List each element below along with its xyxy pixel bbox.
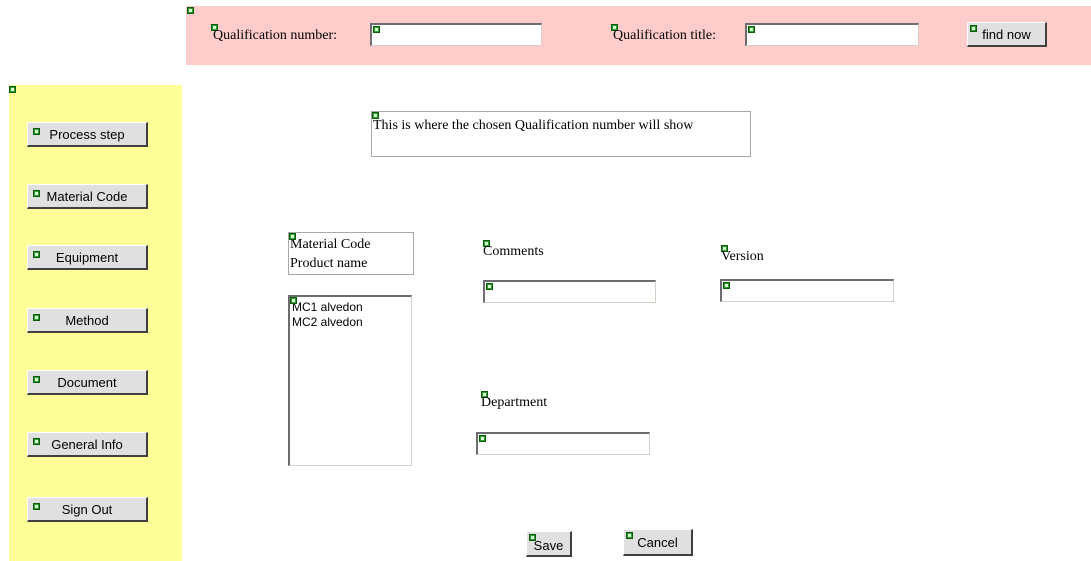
element-marker-icon — [479, 435, 486, 442]
qualification-display-text: This is where the chosen Qualification n… — [373, 118, 694, 133]
element-marker-icon — [33, 438, 40, 445]
cancel-button[interactable]: Cancel — [623, 529, 693, 556]
material-code-header-line1: Material Code — [290, 237, 371, 252]
sidebar-item-label: Method — [65, 312, 109, 328]
sidebar-item-label: General Info — [51, 436, 123, 452]
sidebar-item-general-info[interactable]: General Info — [27, 432, 148, 457]
list-item[interactable]: MC1 alvedon — [292, 300, 411, 315]
version-input[interactable] — [720, 279, 894, 302]
sidebar-item-document[interactable]: Document — [27, 370, 148, 395]
element-marker-icon — [33, 503, 40, 510]
qualification-number-display: This is where the chosen Qualification n… — [371, 111, 751, 157]
sidebar-item-process-step[interactable]: Process step — [27, 122, 148, 147]
material-code-listbox[interactable]: MC1 alvedon MC2 alvedon — [288, 295, 412, 466]
qualification-title-label: Qualification title: — [613, 28, 717, 43]
sidebar-item-label: Material Code — [46, 188, 128, 204]
product-name-header-line2: Product name — [290, 256, 368, 271]
sidebar-item-label: Equipment — [55, 249, 119, 265]
element-marker-icon — [748, 26, 755, 33]
element-marker-icon — [373, 26, 380, 33]
comments-label: Comments — [483, 244, 544, 259]
qualification-number-input[interactable] — [370, 23, 542, 46]
sidebar-item-label: Sign Out — [61, 501, 113, 517]
element-marker-icon — [187, 7, 194, 14]
sidebar-item-equipment[interactable]: Equipment — [27, 245, 148, 270]
sidebar-item-label: Document — [57, 374, 117, 390]
find-now-button-label: find now — [982, 26, 1031, 42]
sidebar-item-sign-out[interactable]: Sign Out — [27, 497, 148, 522]
element-marker-icon — [9, 86, 16, 93]
save-button-label: Save — [533, 538, 564, 553]
qualification-number-label: Qualification number: — [213, 28, 338, 43]
cancel-button-label: Cancel — [637, 534, 678, 550]
save-button[interactable]: Save — [526, 531, 572, 557]
element-marker-icon — [33, 314, 40, 321]
sidebar-item-method[interactable]: Method — [27, 308, 148, 333]
version-label: Version — [721, 249, 764, 264]
element-marker-icon — [529, 534, 536, 541]
element-marker-icon — [33, 190, 40, 197]
find-now-button[interactable]: find now — [967, 22, 1047, 47]
element-marker-icon — [626, 532, 633, 539]
material-code-header: Material Code Product name — [288, 232, 414, 275]
department-label: Department — [481, 395, 548, 410]
sidebar-item-label: Process step — [49, 126, 125, 142]
element-marker-icon — [33, 251, 40, 258]
element-marker-icon — [970, 25, 977, 32]
sidebar-item-material-code[interactable]: Material Code — [27, 184, 148, 209]
element-marker-icon — [33, 376, 40, 383]
comments-input[interactable] — [483, 280, 656, 303]
element-marker-icon — [289, 233, 296, 240]
department-input[interactable] — [476, 432, 650, 455]
element-marker-icon — [723, 282, 730, 289]
element-marker-icon — [486, 283, 493, 290]
element-marker-icon — [290, 297, 297, 304]
element-marker-icon — [33, 128, 40, 135]
qualification-title-input[interactable] — [745, 23, 919, 46]
list-item[interactable]: MC2 alvedon — [292, 315, 411, 330]
